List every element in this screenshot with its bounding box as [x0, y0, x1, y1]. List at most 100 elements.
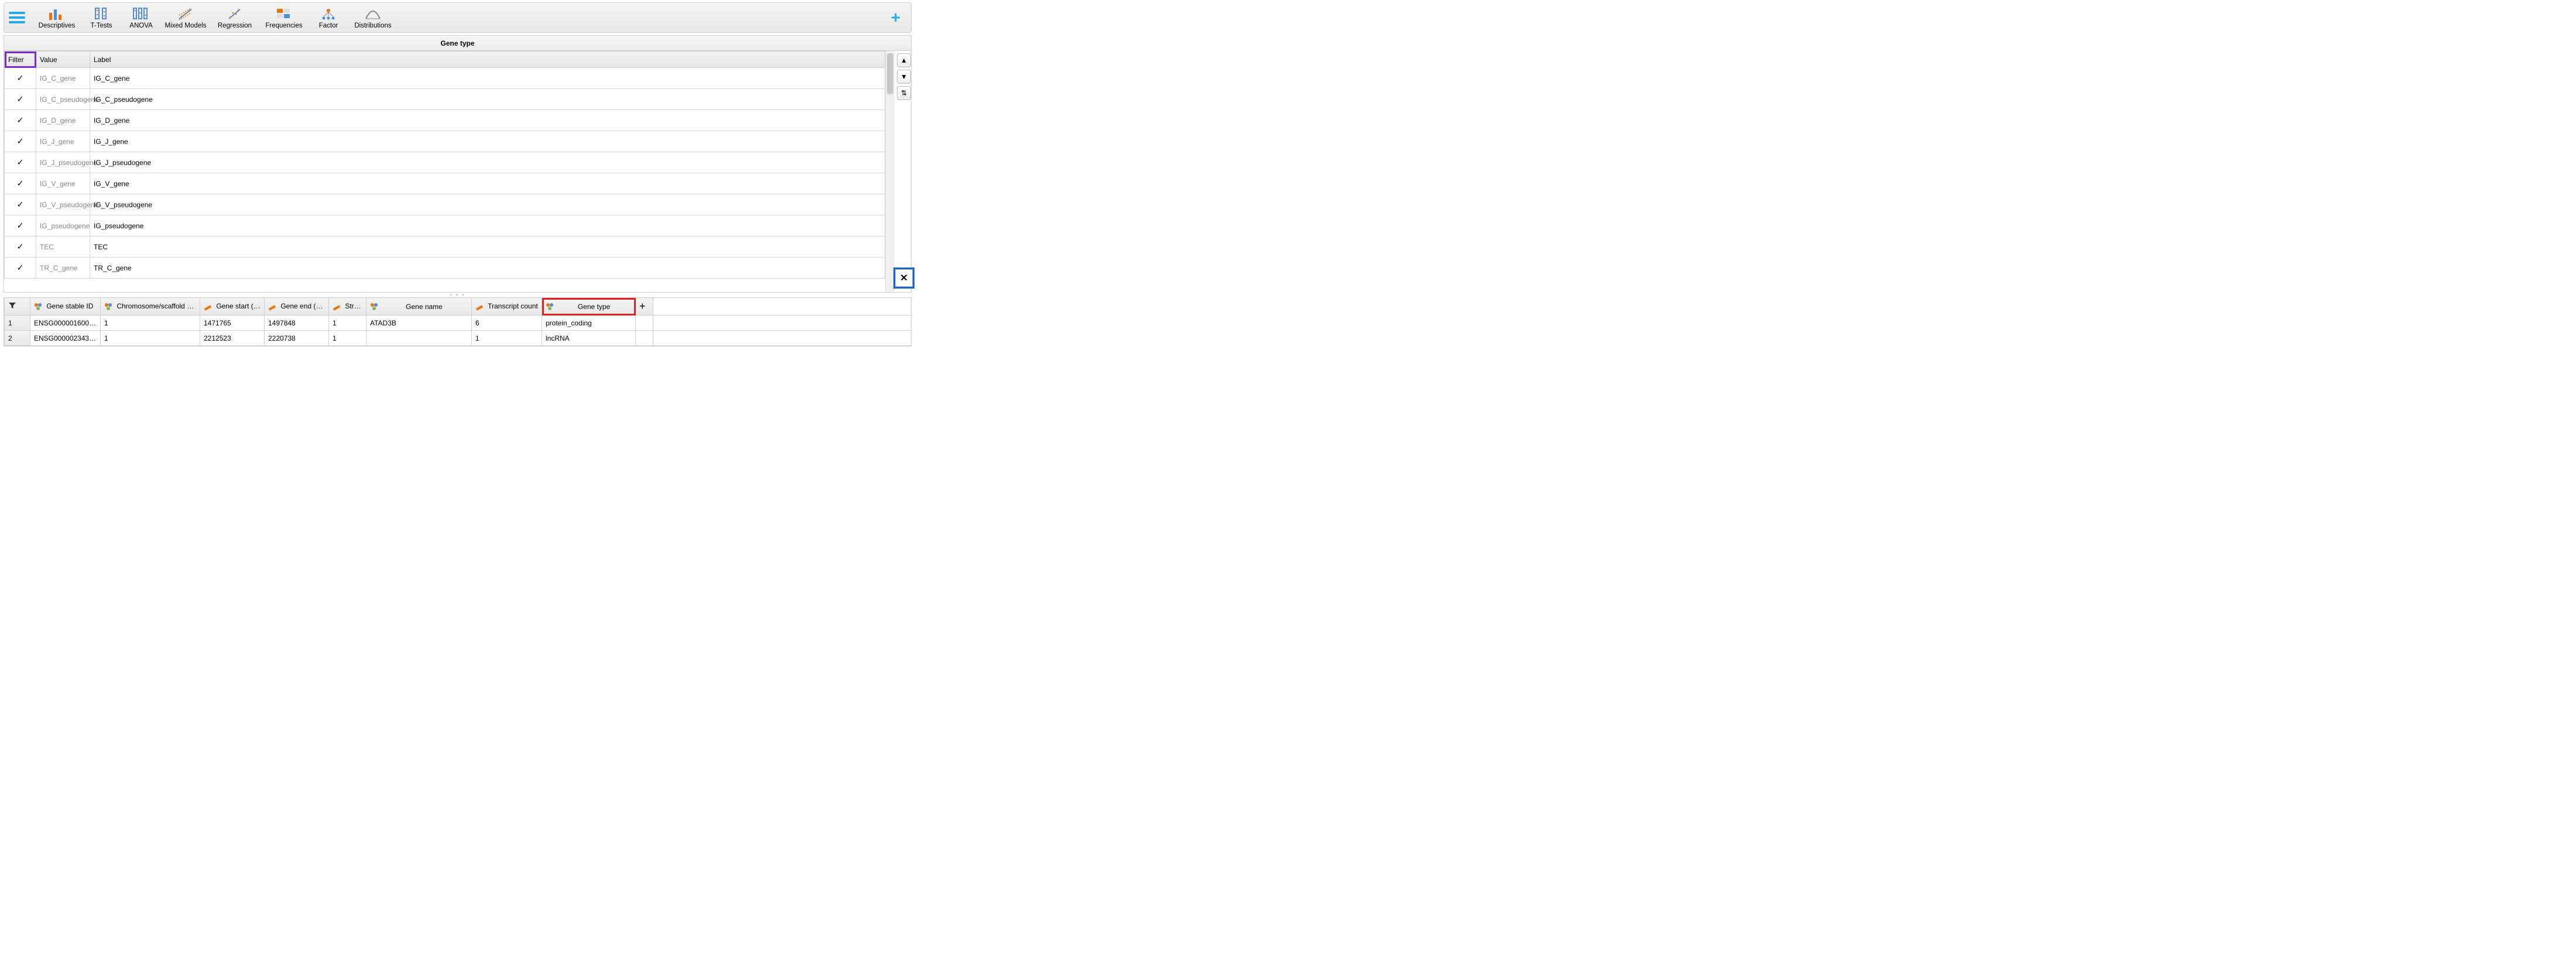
labels-row[interactable]: ✓TECTEC: [5, 236, 885, 258]
funnel-icon: [8, 303, 16, 311]
labels-filter-cell[interactable]: ✓: [5, 236, 36, 258]
labels-value-cell[interactable]: IG_D_gene: [36, 110, 90, 131]
menu-button[interactable]: [9, 9, 25, 26]
cell-strand[interactable]: 1: [329, 331, 366, 346]
labels-close-button[interactable]: ✕: [895, 269, 913, 287]
gene-end-header[interactable]: Gene end (bp): [265, 298, 329, 315]
labels-filter-cell[interactable]: ✓: [5, 131, 36, 152]
labels-filter-cell[interactable]: ✓: [5, 89, 36, 110]
filter-column-header[interactable]: [5, 298, 30, 315]
labels-label-cell[interactable]: IG_V_gene: [90, 173, 885, 194]
cell-strand[interactable]: 1: [329, 315, 366, 331]
transcript-count-header[interactable]: Transcript count: [472, 298, 542, 315]
cell-gene-stable-id[interactable]: ENSG00000160072: [30, 315, 101, 331]
labels-value-header[interactable]: Value: [36, 52, 90, 68]
gene-start-header[interactable]: Gene start (bp): [200, 298, 265, 315]
gene-stable-id-header[interactable]: Gene stable ID: [30, 298, 101, 315]
labels-row[interactable]: ✓IG_J_pseudogeneIG_J_pseudogene: [5, 152, 885, 173]
labels-scrollbar[interactable]: [885, 51, 895, 292]
check-icon: ✓: [17, 136, 24, 146]
add-module-button[interactable]: +: [885, 8, 906, 27]
labels-row[interactable]: ✓ IG_pseudogeneIG_pseudogene: [5, 215, 885, 236]
labels-label-cell[interactable]: TEC: [90, 236, 885, 258]
labels-row[interactable]: ✓IG_D_geneIG_D_gene: [5, 110, 885, 131]
labels-value-cell[interactable]: IG_V_gene: [36, 173, 90, 194]
labels-row[interactable]: ✓ IG_J_geneIG_J_gene: [5, 131, 885, 152]
labels-filter-header[interactable]: Filter: [5, 52, 36, 68]
descriptives-button[interactable]: Descriptives: [32, 6, 81, 29]
cell-empty-plus: [636, 315, 653, 331]
labels-filter-cell[interactable]: ✓: [5, 110, 36, 131]
labels-label-cell[interactable]: IG_pseudogene: [90, 215, 885, 236]
check-icon: ✓: [17, 94, 24, 104]
chrom-header[interactable]: Chromosome/scaffold name: [101, 298, 200, 315]
labels-label-cell[interactable]: IG_C_pseudogene: [90, 89, 885, 110]
ttests-button[interactable]: T-Tests: [81, 6, 121, 29]
panel-resize-grip[interactable]: • • •: [0, 293, 915, 297]
cell-gene-start[interactable]: 1471765: [200, 315, 265, 331]
gene-type-header[interactable]: Gene type: [542, 298, 636, 315]
cell-gene-end[interactable]: 1497848: [265, 315, 329, 331]
regression-button[interactable]: Regression: [210, 6, 259, 29]
cell-gene-stable-id[interactable]: ENSG00000234396: [30, 331, 101, 346]
cell-gene-type[interactable]: lncRNA: [542, 331, 636, 346]
cell-transcript-count[interactable]: 6: [472, 315, 542, 331]
labels-row[interactable]: ✓IG_C_geneIG_C_gene: [5, 68, 885, 89]
labels-value-cell[interactable]: TR_C_gene: [36, 258, 90, 279]
labels-value-cell[interactable]: IG_J_gene: [36, 131, 90, 152]
cell-transcript-count[interactable]: 1: [472, 331, 542, 346]
labels-filter-cell[interactable]: ✓: [5, 215, 36, 236]
labels-filter-cell[interactable]: ✓: [5, 258, 36, 279]
labels-label-cell[interactable]: IG_J_pseudogene: [90, 152, 885, 173]
labels-label-cell[interactable]: TR_C_gene: [90, 258, 885, 279]
labels-row[interactable]: ✓ IG_C_pseudogeneIG_C_pseudogene: [5, 89, 885, 110]
strand-header[interactable]: Strand: [329, 298, 366, 315]
labels-reverse-button[interactable]: ⇅: [897, 86, 911, 100]
labels-filter-cell[interactable]: ✓: [5, 173, 36, 194]
ttests-icon: [94, 6, 109, 21]
empty-header: [653, 298, 912, 315]
row-number[interactable]: 2: [5, 331, 30, 346]
labels-move-up-button[interactable]: ▲: [897, 53, 911, 67]
labels-label-cell[interactable]: IG_C_gene: [90, 68, 885, 89]
anova-button[interactable]: ANOVA: [121, 6, 161, 29]
labels-value-cell[interactable]: IG_J_pseudogene: [36, 152, 90, 173]
data-row[interactable]: 1ENSG000001600721147176514978481ATAD3B6p…: [5, 315, 912, 331]
labels-label-cell[interactable]: IG_J_gene: [90, 131, 885, 152]
data-row[interactable]: 2ENSG0000023439612212523222073811lncRNA: [5, 331, 912, 346]
mixed-models-button[interactable]: Mixed Models: [161, 6, 210, 29]
gene-name-header[interactable]: Gene name: [366, 298, 472, 315]
labels-filter-cell[interactable]: ✓: [5, 68, 36, 89]
factor-button[interactable]: Factor: [309, 6, 348, 29]
labels-row[interactable]: ✓IG_V_pseudogeneIG_V_pseudogene: [5, 194, 885, 215]
check-icon: ✓: [17, 221, 24, 230]
labels-move-down-button[interactable]: ▼: [897, 70, 911, 84]
distributions-button[interactable]: Distributions: [348, 6, 398, 29]
labels-row[interactable]: ✓TR_C_geneTR_C_gene: [5, 258, 885, 279]
labels-label-cell[interactable]: IG_V_pseudogene: [90, 194, 885, 215]
cell-gene-start[interactable]: 2212523: [200, 331, 265, 346]
cell-gene-name[interactable]: ATAD3B: [366, 315, 472, 331]
cell-chrom[interactable]: 1: [101, 315, 200, 331]
labels-label-cell[interactable]: IG_D_gene: [90, 110, 885, 131]
cell-gene-type[interactable]: protein_coding: [542, 315, 636, 331]
mixed-models-label: Mixed Models: [165, 22, 207, 29]
frequencies-button[interactable]: Frequencies: [259, 6, 309, 29]
add-column-button[interactable]: +: [636, 298, 653, 315]
labels-filter-cell[interactable]: ✓: [5, 194, 36, 215]
frequencies-icon: [276, 6, 292, 21]
gene-stable-id-label: Gene stable ID: [46, 302, 93, 310]
cell-gene-name[interactable]: [366, 331, 472, 346]
row-number[interactable]: 1: [5, 315, 30, 331]
labels-value-cell[interactable]: IG_C_pseudogene: [36, 89, 90, 110]
labels-label-header[interactable]: Label: [90, 52, 885, 68]
labels-value-cell[interactable]: IG_pseudogene: [36, 215, 90, 236]
labels-value-cell[interactable]: TEC: [36, 236, 90, 258]
labels-filter-cell[interactable]: ✓: [5, 152, 36, 173]
cell-gene-end[interactable]: 2220738: [265, 331, 329, 346]
cell-chrom[interactable]: 1: [101, 331, 200, 346]
cell-empty: [653, 315, 912, 331]
labels-value-cell[interactable]: IG_C_gene: [36, 68, 90, 89]
labels-row[interactable]: ✓IG_V_geneIG_V_gene: [5, 173, 885, 194]
labels-value-cell[interactable]: IG_V_pseudogene: [36, 194, 90, 215]
